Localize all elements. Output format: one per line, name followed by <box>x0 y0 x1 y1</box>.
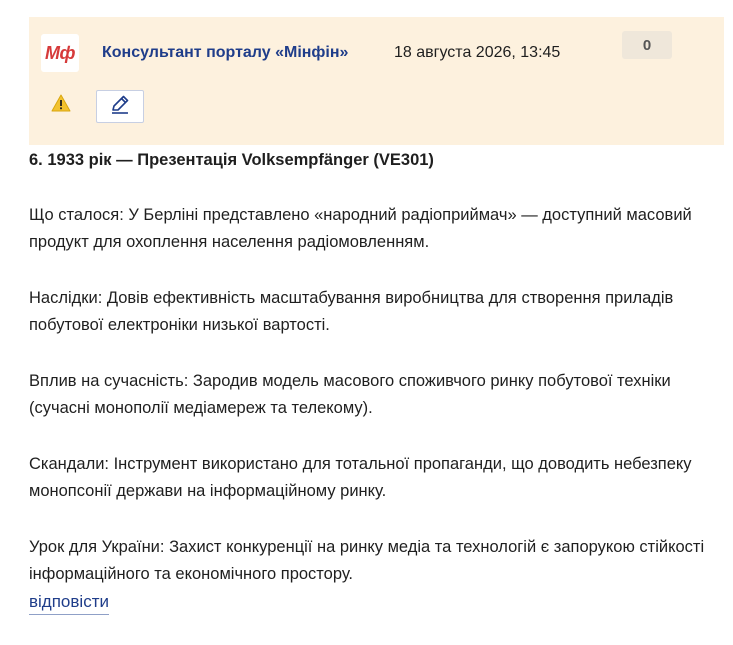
comment-body: 6. 1933 рік — Презентація Volksempfänger… <box>29 147 709 589</box>
paragraph-consequences: Наслідки: Довів ефективність масштабуван… <box>29 288 674 335</box>
warning-icon[interactable] <box>51 94 71 112</box>
paragraph-scandals: Скандали: Інструмент використано для тот… <box>29 454 692 501</box>
author-avatar[interactable]: Мф <box>41 34 79 72</box>
comment-header: Мф Консультант порталу «Мінфін» 18 авгус… <box>29 17 724 145</box>
pencil-icon <box>109 93 131 120</box>
logo-text: Мф <box>45 42 75 63</box>
comment-date: 18 августа 2026, 13:45 <box>394 44 561 61</box>
rating-badge[interactable]: 0 <box>622 31 672 59</box>
edit-button[interactable] <box>96 90 144 123</box>
rating-value: 0 <box>642 36 652 54</box>
paragraph-what-happened: Що сталося: У Берліні представлено «наро… <box>29 205 692 252</box>
paragraph-lesson: Урок для України: Захист конкуренції на … <box>29 537 705 584</box>
paragraph-impact: Вплив на сучасність: Зародив модель масо… <box>29 371 671 418</box>
author-name-link[interactable]: Консультант порталу «Мінфін» <box>102 44 348 62</box>
reply-link[interactable]: відповісти <box>29 590 109 615</box>
comment-title: 6. 1933 рік — Презентація Volksempfänger… <box>29 151 434 169</box>
